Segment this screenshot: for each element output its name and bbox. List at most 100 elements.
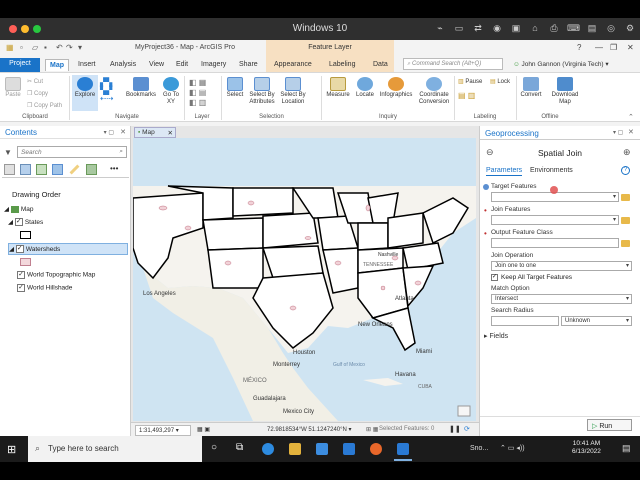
tab-edit[interactable]: Edit: [172, 59, 192, 71]
measure-button[interactable]: Measure: [324, 77, 352, 99]
bookmarks-button[interactable]: Bookmarks: [124, 77, 158, 99]
tab-insert[interactable]: Insert: [74, 59, 100, 71]
keyboard-icon[interactable]: ⌨: [567, 23, 580, 34]
list-by-labeling-icon[interactable]: [86, 164, 97, 175]
save-icon[interactable]: ▪: [44, 43, 47, 52]
refresh-map-icon[interactable]: ⟳: [464, 425, 470, 433]
list-by-snapping-icon[interactable]: [69, 164, 80, 175]
expand-icon[interactable]: ◢: [9, 246, 16, 253]
layer-visibility-checkbox[interactable]: ✓: [17, 271, 25, 279]
new-icon[interactable]: ▫: [20, 43, 23, 52]
help-button[interactable]: ?: [577, 43, 581, 52]
cd-icon[interactable]: ◎: [605, 23, 617, 34]
customize-icon[interactable]: ▾: [78, 43, 82, 52]
restore-button[interactable]: ❐: [610, 43, 617, 52]
folder-share-icon[interactable]: ⌂: [529, 23, 541, 33]
usb-icon[interactable]: ⌁: [434, 23, 446, 34]
edge-icon[interactable]: [262, 443, 274, 455]
list-by-drawing-order-icon[interactable]: [4, 164, 15, 175]
copy-path-button[interactable]: ❐ Copy Path: [27, 102, 62, 109]
map-view-tab[interactable]: ▪ Map ✕: [134, 127, 176, 138]
task-view-icon[interactable]: ⧉: [236, 442, 243, 453]
explore-button[interactable]: Explore: [72, 75, 98, 111]
folder-icon[interactable]: [621, 240, 630, 247]
run-button[interactable]: ▷ Run: [587, 419, 632, 431]
collapse-ribbon-icon[interactable]: ⌃: [628, 113, 634, 121]
states-symbol-swatch[interactable]: [20, 231, 31, 239]
mail-icon[interactable]: [343, 443, 355, 455]
refresh-icon[interactable]: ⊞ ▦: [366, 426, 378, 433]
search-radius-input[interactable]: [491, 316, 559, 326]
fields-expander[interactable]: ▸ Fields: [484, 332, 508, 340]
display-icon[interactable]: ▭: [453, 23, 465, 34]
layer-states[interactable]: ◢ ✓ States: [8, 218, 43, 227]
lock-icon[interactable]: ▤: [586, 23, 598, 34]
store-icon[interactable]: [316, 443, 328, 455]
close-pane-icon[interactable]: ✕: [628, 128, 634, 136]
keep-all-checkbox[interactable]: ✓: [491, 274, 498, 281]
weather-text[interactable]: Sno...: [470, 445, 488, 452]
join-features-input[interactable]: ▾: [491, 215, 619, 225]
copy-button[interactable]: ❐ Copy: [27, 90, 48, 97]
contents-search-input[interactable]: Search ⌕: [17, 146, 127, 158]
pin-icon[interactable]: ▾ ▢: [104, 129, 114, 136]
firefox-icon[interactable]: [370, 443, 382, 455]
layer-visibility-checkbox[interactable]: ✓: [15, 245, 24, 254]
tab-view[interactable]: View: [145, 59, 168, 71]
list-by-selection-icon[interactable]: [36, 164, 47, 175]
tray-icons[interactable]: ⌃ ▭ ◂)): [500, 444, 525, 452]
folder-icon[interactable]: [621, 217, 630, 224]
map-node[interactable]: ◢ Map: [4, 205, 33, 213]
back-arrow-icon[interactable]: ⊖: [486, 147, 494, 158]
camera-icon[interactable]: ▣: [510, 23, 522, 34]
volume-icon[interactable]: ◉: [491, 23, 503, 34]
add-icon[interactable]: ⊕: [623, 147, 631, 158]
user-account[interactable]: ☺ John Gannon (Virginia Tech) ▾: [513, 60, 609, 68]
undo-icon[interactable]: ↶: [56, 43, 63, 52]
list-by-source-icon[interactable]: [20, 164, 31, 175]
convert-button[interactable]: Convert: [518, 77, 544, 99]
pause-drawing-icon[interactable]: ❚❚: [449, 425, 461, 433]
filter-icon[interactable]: ▼: [4, 148, 12, 157]
expand-icon[interactable]: ◢: [8, 219, 15, 226]
coordinate-conversion-button[interactable]: Coordinate Conversion: [416, 77, 452, 106]
layer-world-hillshade[interactable]: ✓ World Hillshade: [17, 284, 72, 292]
select-button[interactable]: Select: [224, 77, 246, 99]
zoom-tools-icon[interactable]: ▞▚ ▚▞ ⇠⇢: [100, 79, 122, 103]
download-map-button[interactable]: Download Map: [548, 77, 582, 106]
scale-select[interactable]: 1:31,493,297 ▾: [135, 425, 191, 436]
help-icon[interactable]: ?: [621, 166, 630, 175]
tab-labeling[interactable]: Labeling: [325, 59, 359, 71]
select-by-attributes-button[interactable]: Select By Attributes: [246, 77, 278, 106]
tab-map[interactable]: Map: [45, 59, 69, 71]
watersheds-symbol-swatch[interactable]: [20, 258, 31, 266]
tab-data[interactable]: Data: [369, 59, 392, 71]
layer-visibility-checkbox[interactable]: ✓: [17, 284, 25, 292]
paste-button[interactable]: Paste: [3, 77, 23, 99]
redo-icon[interactable]: ↷: [66, 43, 73, 52]
output-feature-class-input[interactable]: [491, 238, 619, 248]
map-canvas[interactable]: Los Angeles Houston Monterrey MÉXICO Gua…: [133, 138, 476, 421]
close-button[interactable]: ✕: [627, 43, 634, 52]
expand-icon[interactable]: ◢: [4, 206, 11, 213]
infographics-button[interactable]: Infographics: [378, 77, 414, 99]
windows-start-icon[interactable]: ⊞: [7, 443, 16, 456]
command-search-input[interactable]: ⌕ Command Search (Alt+Q): [403, 58, 503, 70]
layer-watersheds[interactable]: ◢ ✓ Watersheds: [8, 243, 128, 255]
locate-button[interactable]: Locate: [353, 77, 377, 99]
tab-appearance[interactable]: Appearance: [270, 59, 316, 71]
tab-parameters[interactable]: Parameters: [486, 167, 523, 176]
label-tools-icon[interactable]: ▤ ▥: [458, 91, 475, 100]
tab-analysis[interactable]: Analysis: [106, 59, 140, 71]
lock-labels-button[interactable]: ▤ Lock: [490, 78, 510, 85]
layer-visibility-checkbox[interactable]: ✓: [14, 218, 23, 227]
open-icon[interactable]: ▱: [32, 43, 38, 52]
taskbar-search-input[interactable]: ⌕ Type here to search: [28, 436, 202, 462]
cortana-icon[interactable]: ○: [211, 442, 217, 453]
tab-environments[interactable]: Environments: [530, 167, 573, 174]
select-by-location-button[interactable]: Select By Location: [279, 77, 307, 106]
match-option-select[interactable]: Intersect ▾: [491, 294, 632, 304]
tab-imagery[interactable]: Imagery: [197, 59, 230, 71]
pause-labels-button[interactable]: ▥ Pause: [458, 78, 482, 85]
tab-share[interactable]: Share: [235, 59, 262, 71]
